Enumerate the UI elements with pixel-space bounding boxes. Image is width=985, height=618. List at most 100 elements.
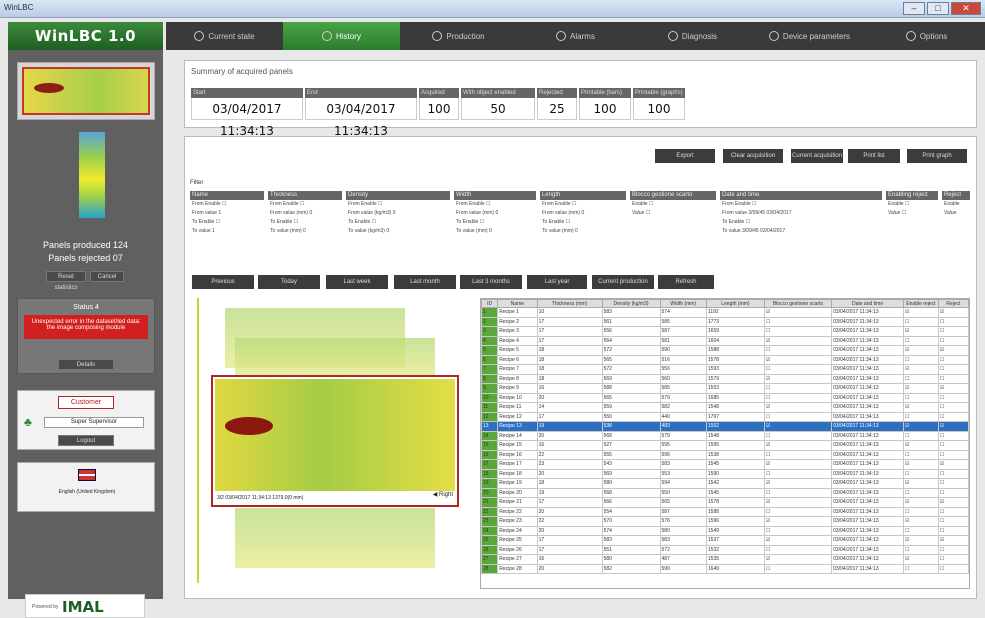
filter-field[interactable]: From Enable ☐ [268, 200, 342, 209]
filter-field[interactable]: From value (kg/m3) 0 [346, 209, 450, 218]
column-header[interactable]: Density (kg/m3) [601, 299, 661, 308]
filter-field[interactable]: Value ☐ [886, 209, 938, 218]
selected-panel-preview[interactable]: 3/2 03/04/2017 11:34:13 1379.0(0 mm) ◀ R… [211, 375, 459, 507]
filter-field[interactable]: Value [942, 209, 970, 218]
details-button[interactable]: Details [58, 359, 114, 370]
filter-field[interactable]: Enable [942, 200, 970, 209]
minimize-button[interactable]: – [903, 2, 925, 15]
close-button[interactable]: ✕ [951, 2, 981, 15]
range-button[interactable]: Last year [527, 275, 587, 289]
filter-field[interactable]: To value (mm) 0 [268, 227, 342, 236]
table-row[interactable]: 27 Recipe 27 16 580 487 1535 ☑ 03/04/2017 11:34… [481, 554, 969, 565]
filter-field[interactable]: To Enable ☐ [190, 218, 264, 227]
range-button[interactable]: Last 3 months [460, 275, 522, 289]
table-row[interactable]: 6 Recipe 6 18 565 516 1578 ☑ 03/04/2017 11:34:1… [481, 354, 969, 365]
tab-device-parameters[interactable]: Device parameters [751, 22, 868, 50]
maximize-button[interactable]: □ [927, 2, 949, 15]
table-row[interactable]: 16 Recipe 16 22 555 596 1538 ☐ 03/04/2017 11:34… [481, 449, 969, 460]
table-row[interactable]: 17 Recipe 17 23 543 583 1545 ☑ 03/04/2017 11:34… [481, 459, 969, 470]
table-row[interactable]: 20 Recipe 20 19 568 550 1545 ☐ 03/04/2017 11:34… [481, 487, 969, 498]
column-header[interactable]: Thickness (mm) [536, 299, 603, 308]
filter-field[interactable]: From value (mm) 0 [540, 209, 626, 218]
panel-preview[interactable] [235, 508, 435, 568]
action-button[interactable]: Clear acquisition [723, 149, 783, 163]
filter-field[interactable]: To value (mm) 0 [540, 227, 626, 236]
action-button[interactable]: Print list [848, 149, 900, 163]
uk-flag-icon[interactable] [78, 469, 96, 481]
action-button[interactable]: Export [655, 149, 715, 163]
filter-field[interactable]: Enable ☐ [630, 200, 716, 209]
filter-field[interactable]: To value 1 [190, 227, 264, 236]
table-row[interactable]: 24 Recipe 24 20 574 580 1549 ☐ 03/04/2017 11:34… [481, 525, 969, 536]
table-row[interactable]: 9 Recipe 9 16 588 585 1553 ☐ 03/04/2017 11:34:1… [481, 383, 969, 394]
filter-field[interactable]: From Enable ☐ [454, 200, 536, 209]
column-header[interactable]: Name [497, 299, 538, 308]
tab-current-state[interactable]: Current state [166, 22, 283, 50]
table-row[interactable]: 15 Recipe 15 16 527 595 1595 ☑ 03/04/2017 11:34… [481, 440, 969, 451]
table-row[interactable]: 11 Recipe 11 14 559 582 1548 ☑ 03/04/2017 11:34… [481, 402, 969, 413]
filter-field[interactable]: To value (kg/m3) 0 [346, 227, 450, 236]
range-button[interactable]: Current production [592, 275, 654, 289]
filter-field[interactable]: From value 3/09/45 03/04/2017 [720, 209, 882, 218]
table-row[interactable]: 4 Recipe 4 17 564 581 1604 ☑ 03/04/2017 11:34:1… [481, 335, 969, 346]
table-row[interactable]: 26 Recipe 26 17 551 572 1532 ☐ 03/04/2017 11:34… [481, 544, 969, 555]
range-button[interactable]: Previous [192, 275, 254, 289]
table-row[interactable]: 10 Recipe 10 20 565 579 1685 ☐ 03/04/2017 11:34… [481, 392, 969, 403]
action-button[interactable]: Current acquisition [791, 149, 843, 163]
range-button[interactable]: Refresh [658, 275, 714, 289]
table-row[interactable]: 3 Recipe 3 17 556 587 1659 ☐ 03/04/2017 11:34:1… [481, 326, 969, 337]
reset-statistics-button[interactable]: Reset statistics [46, 271, 86, 291]
column-header[interactable]: Date and time [831, 299, 904, 308]
filter-field[interactable]: From Enable ☐ [346, 200, 450, 209]
filter-field[interactable]: To Enable ☐ [268, 218, 342, 227]
action-button[interactable]: Print graph [907, 149, 967, 163]
table-row[interactable]: 21 Recipe 21 17 566 565 1578 ☑ 03/04/2017 11:34… [481, 497, 969, 508]
panel-thumbnail[interactable] [17, 62, 155, 120]
filter-field[interactable]: From Enable ☐ [720, 200, 882, 209]
table-row[interactable]: 8 Recipe 8 18 569 560 1579 ☑ 03/04/2017 11:34:1… [481, 373, 969, 384]
table-row[interactable]: 1 Recipe 1 10 583 574 1192 ☑ 03/04/2017 11:34:1… [481, 307, 969, 318]
column-header[interactable]: Reject [937, 299, 969, 308]
filter-field[interactable]: Enable ☐ [886, 200, 938, 209]
column-header[interactable]: Enable reject [903, 299, 939, 308]
filter-field[interactable]: To value 3/09/45 03/04/2017 [720, 227, 882, 236]
table-row[interactable]: 14 Recipe 14 20 568 579 1548 ☐ 03/04/2017 11:34… [481, 430, 969, 441]
filter-field[interactable]: To value (mm) 0 [454, 227, 536, 236]
customer-button[interactable]: Customer [58, 396, 114, 409]
cancel-button[interactable]: Cancel [90, 271, 124, 282]
table-row[interactable]: 23 Recipe 23 22 570 576 1596 ☑ 03/04/2017 11:34… [481, 516, 969, 527]
column-header[interactable]: Blocco gestione scarto [763, 299, 833, 308]
filter-field[interactable]: To Enable ☐ [346, 218, 450, 227]
table-row[interactable]: 19 Recipe 19 18 580 594 1542 ☑ 03/04/2017 11:34… [481, 478, 969, 489]
filter-field[interactable]: Value ☐ [630, 209, 716, 218]
range-button[interactable]: Today [258, 275, 320, 289]
filter-field[interactable]: From value 1 [190, 209, 264, 218]
panel-preview[interactable] [235, 338, 435, 378]
table-row[interactable]: 5 Recipe 5 18 572 590 1588 ☐ 03/04/2017 11:34:1… [481, 345, 969, 356]
logout-button[interactable]: Logout [58, 435, 114, 446]
table-row[interactable]: 7 Recipe 7 18 572 556 1593 ☐ 03/04/2017 11:34:1… [481, 364, 969, 375]
filter-field[interactable]: From Enable ☐ [190, 200, 264, 209]
tab-options[interactable]: Options [868, 22, 985, 50]
table-row[interactable]: 12 Recipe 12 17 550 440 1797 ☐ 03/04/2017 11:34… [481, 411, 969, 422]
filter-field[interactable]: To Enable ☐ [454, 218, 536, 227]
table-row[interactable]: 18 Recipe 18 20 569 553 1590 ☐ 03/04/2017 11:34… [481, 468, 969, 479]
tab-diagnosis[interactable]: Diagnosis [634, 22, 751, 50]
table-row[interactable]: 13 Recipe 13 19 538 483 1502 ☑ 03/04/2017 11:34… [481, 421, 969, 432]
table-row[interactable]: 2 Recipe 2 17 561 585 1773 ☐ 03/04/2017 11:34:1… [481, 316, 969, 327]
range-button[interactable]: Last week [326, 275, 388, 289]
range-button[interactable]: Last month [394, 275, 456, 289]
tab-alarms[interactable]: Alarms [517, 22, 634, 50]
tab-history[interactable]: History [283, 22, 400, 50]
table-row[interactable]: 22 Recipe 22 20 554 587 1588 ☐ 03/04/2017 11:34… [481, 506, 969, 517]
column-header[interactable]: Width (mm) [659, 299, 707, 308]
column-header[interactable]: Length (mm) [705, 299, 765, 308]
table-row[interactable]: 25 Recipe 25 17 583 583 1537 ☑ 03/04/2017 11:34… [481, 535, 969, 546]
filter-field[interactable]: From value (mm) 0 [454, 209, 536, 218]
column-header[interactable]: ID [481, 299, 499, 308]
table-row[interactable]: 28 Recipe 28 20 582 590 1649 ☐ 03/04/2017 11:34… [481, 563, 969, 574]
filter-field[interactable]: To Enable ☐ [720, 218, 882, 227]
filter-field[interactable]: From Enable ☐ [540, 200, 626, 209]
filter-field[interactable]: From value (mm) 0 [268, 209, 342, 218]
tab-production[interactable]: Production [400, 22, 517, 50]
